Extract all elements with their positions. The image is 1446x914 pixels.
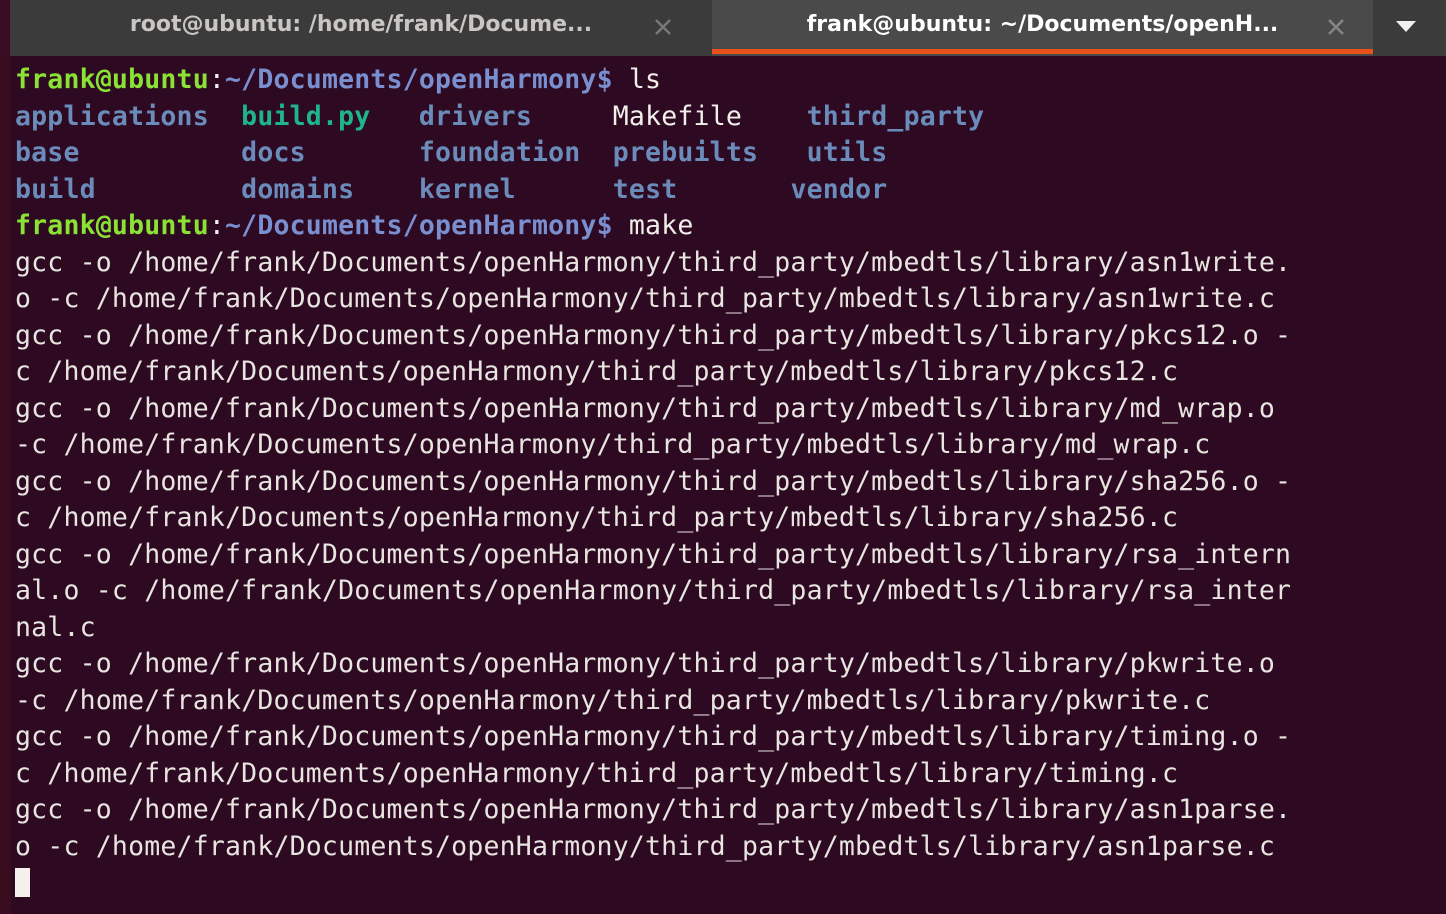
tab-frank-ubuntu[interactable]: frank@ubuntu: ~/Documents/openH... [712,0,1373,56]
active-tab-indicator [712,49,1373,54]
command-ls: ls [628,64,662,95]
make-output-line: al.o -c /home/frank/Documents/openHarmon… [15,575,1292,606]
prompt-line-make: frank@ubuntu:~/Documents/openHarmony$ ma… [15,208,1446,245]
close-icon[interactable] [648,12,678,42]
terminal-window: root@ubuntu: /home/frank/Docume... frank… [0,0,1446,914]
make-output-line: gcc -o /home/frank/Documents/openHarmony… [15,721,1292,752]
chevron-down-icon [1393,18,1419,38]
prompt-sigil: $ [596,64,613,95]
tab-bar: root@ubuntu: /home/frank/Docume... frank… [0,0,1446,56]
ls-entry-build: build [15,173,96,205]
ls-entry-utils: utils [806,137,888,168]
make-output-line: gcc -o /home/frank/Documents/openHarmony… [15,465,1292,497]
ls-entry-test: test [612,173,678,205]
prompt-line-ls: frank@ubuntu:~/Documents/openHarmony$ ls [15,62,1446,99]
prompt-colon: : [208,210,226,241]
make-output-line: gcc -o /home/frank/Documents/openHarmony… [15,392,1276,424]
prompt-colon: : [208,64,226,95]
text-cursor [15,868,30,897]
prompt-path: ~/Documents/openHarmony [225,64,597,95]
tab-label: root@ubuntu: /home/frank/Docume... [129,11,593,37]
ls-entry-prebuilts: prebuilts [612,137,759,168]
prompt-user-host: frank@ubuntu [15,210,209,241]
command-make: make [628,210,694,241]
tab-bar-inner: root@ubuntu: /home/frank/Docume... frank… [10,0,1446,56]
tab-root-ubuntu[interactable]: root@ubuntu: /home/frank/Docume... [10,0,712,56]
prompt-user-host: frank@ubuntu [15,64,209,95]
close-icon[interactable] [1321,12,1351,42]
ls-entry-vendor: vendor [790,173,888,205]
ls-output-row: base docs foundation prebuilts utils [15,135,1446,172]
make-output-line: o -c /home/frank/Documents/openHarmony/t… [15,830,1276,862]
tab-label: frank@ubuntu: ~/Documents/openH... [806,11,1279,37]
make-output-line: gcc -o /home/frank/Documents/openHarmony… [15,319,1292,351]
make-output-line: gcc -o /home/frank/Documents/openHarmony… [15,794,1292,825]
ls-entry-base: base [15,137,80,168]
make-output-line: gcc -o /home/frank/Documents/openHarmony… [15,246,1292,278]
terminal-left-edge [0,56,11,914]
make-output-line: -c /home/frank/Documents/openHarmony/thi… [15,684,1211,716]
ls-output-row: build domains kernel test vendor [15,172,1446,209]
tab-list-menu-button[interactable] [1374,0,1438,56]
make-output-line: c /home/frank/Documents/openHarmony/thir… [15,757,1179,789]
ls-output-row: applications build.py drivers Makefile t… [15,99,1446,136]
prompt-sigil: $ [596,210,613,241]
ls-entry-domains: domains [241,173,355,205]
ls-entry-applications: applications [15,100,209,132]
make-output-line: gcc -o /home/frank/Documents/openHarmony… [15,538,1292,570]
make-output-line: o -c /home/frank/Documents/openHarmony/t… [15,283,1276,314]
prompt-path: ~/Documents/openHarmony [225,210,597,241]
make-output-line: nal.c [15,611,96,643]
ls-entry-drivers: drivers [418,100,532,132]
ls-entry-third-party: third_party [806,100,985,132]
ls-entry-makefile: Makefile [612,100,743,132]
ls-entry-build-py: build.py [241,100,371,132]
terminal-output[interactable]: frank@ubuntu:~/Documents/openHarmony$ ls… [11,56,1446,914]
cursor-line [15,865,1446,902]
make-output-line: -c /home/frank/Documents/openHarmony/thi… [15,429,1211,460]
ls-entry-docs: docs [241,137,306,168]
make-output-line: c /home/frank/Documents/openHarmony/thir… [15,356,1179,387]
ls-entry-kernel: kernel [418,173,516,205]
make-output-line: gcc -o /home/frank/Documents/openHarmony… [15,648,1276,679]
ls-entry-foundation: foundation [418,137,581,168]
make-output-line: c /home/frank/Documents/openHarmony/thir… [15,502,1179,533]
